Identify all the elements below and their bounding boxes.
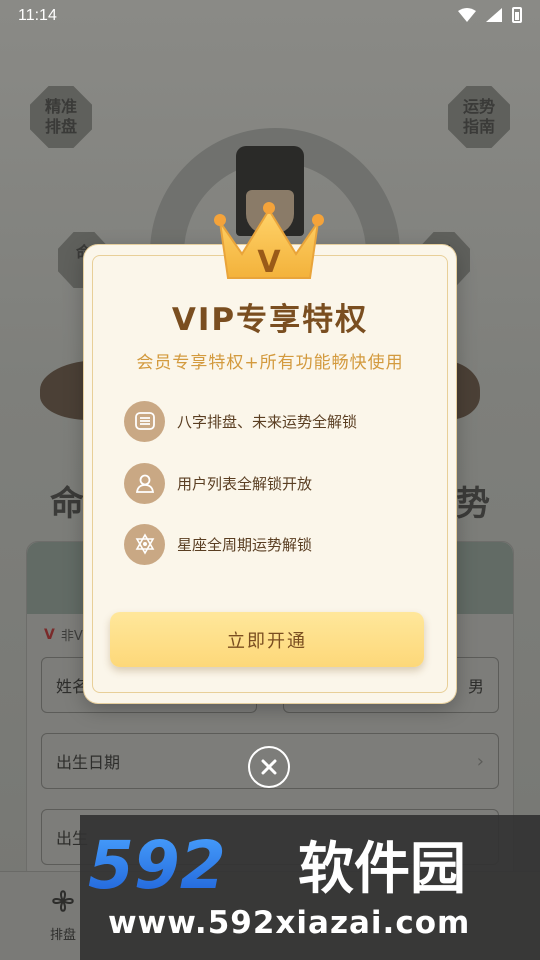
close-icon	[261, 759, 277, 775]
badge-left-line2: 排盘	[44, 117, 77, 136]
list-icon	[124, 400, 165, 442]
battery-icon	[512, 7, 522, 23]
badge-right-line2: 指南	[462, 117, 495, 136]
star-of-david-icon	[124, 523, 165, 565]
badge-left-line1: 精准	[44, 97, 77, 116]
vip-note: V 非V	[44, 625, 83, 645]
heading-char-left: 命	[50, 484, 84, 524]
dialog-title: VIP专享特权	[171, 302, 369, 338]
benefit-text: 星座全周期运势解锁	[177, 535, 313, 554]
benefit-item: 星座全周期运势解锁	[124, 523, 424, 565]
status-bar: 11:14	[0, 0, 540, 34]
gender-value: 男	[467, 677, 484, 696]
svg-text:592: 592	[88, 830, 226, 900]
signal-icon	[486, 8, 502, 22]
heading-char-right: 势	[456, 484, 490, 524]
badge-right-line1: 运势	[462, 97, 495, 116]
vip-mark-icon: V	[44, 626, 55, 643]
badge-precise-chart[interactable]: 精准 排盘	[30, 86, 92, 148]
tab-chart-label: 排盘	[49, 928, 76, 943]
svg-text:软件园: 软件园	[298, 837, 466, 900]
benefit-text: 八字排盘、未来运势全解锁	[177, 412, 358, 431]
vip-note-text: 非V	[60, 629, 83, 644]
wifi-icon	[458, 8, 476, 22]
dialog-subtitle: 会员专享特权+所有功能畅快使用	[136, 353, 404, 373]
benefit-item: 用户列表全解锁开放	[124, 462, 424, 504]
flower-icon	[52, 890, 74, 912]
close-dialog-button[interactable]	[248, 746, 290, 788]
status-time: 11:14	[18, 7, 57, 24]
chevron-right-icon: ›	[476, 750, 484, 772]
crown-icon: V	[214, 202, 324, 280]
status-icons	[458, 7, 522, 23]
benefit-item: 八字排盘、未来运势全解锁	[124, 400, 424, 442]
watermark-url: www.592xiazai.com	[108, 905, 471, 941]
benefit-text: 用户列表全解锁开放	[177, 474, 313, 493]
activate-now-button[interactable]: 立即开通	[110, 612, 424, 667]
crown-letter: V	[257, 245, 281, 280]
birthdate-label: 出生日期	[56, 753, 121, 772]
user-icon	[124, 462, 165, 504]
watermark-logo: 592 软件园	[88, 830, 466, 900]
